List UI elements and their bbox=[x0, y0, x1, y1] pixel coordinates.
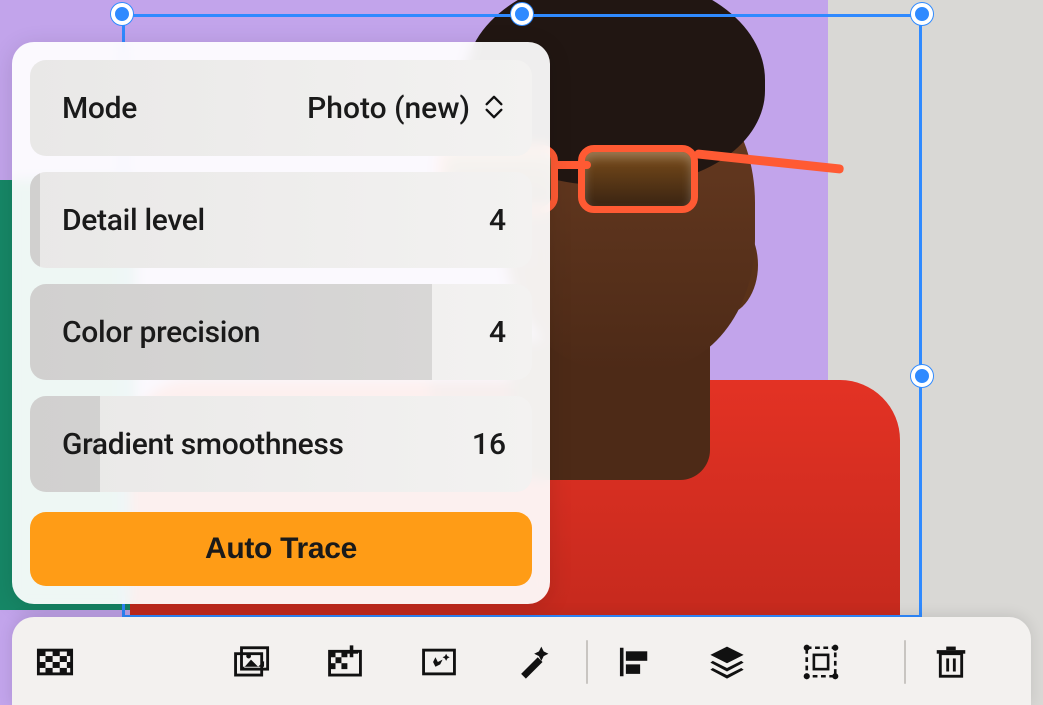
selection-handle-top-left[interactable] bbox=[111, 3, 133, 25]
group-icon[interactable] bbox=[798, 639, 844, 685]
detail-level-value: 4 bbox=[489, 203, 506, 238]
toolbar-separator bbox=[904, 640, 906, 684]
mode-label: Mode bbox=[62, 91, 137, 126]
color-precision-label: Color precision bbox=[62, 315, 260, 350]
layers-icon[interactable] bbox=[704, 639, 750, 685]
auto-trace-button[interactable]: Auto Trace bbox=[30, 512, 532, 586]
color-precision-row[interactable]: Color precision 4 bbox=[30, 284, 532, 380]
detail-level-fill bbox=[30, 172, 40, 268]
trash-icon[interactable] bbox=[928, 639, 974, 685]
trace-panel: Mode Photo (new) Detail level 4 Color pr… bbox=[12, 42, 550, 604]
gradient-smoothness-value: 16 bbox=[472, 427, 506, 462]
gradient-smoothness-row[interactable]: Gradient smoothness 16 bbox=[30, 396, 532, 492]
gradient-smoothness-label: Gradient smoothness bbox=[62, 427, 344, 462]
stepper-icon bbox=[482, 94, 506, 122]
detail-level-label: Detail level bbox=[62, 203, 205, 238]
images-icon[interactable] bbox=[228, 639, 274, 685]
toolbar-separator bbox=[586, 640, 588, 684]
selection-handle-top-middle[interactable] bbox=[511, 3, 533, 25]
selection-handle-top-right[interactable] bbox=[911, 3, 933, 25]
generate-icon[interactable] bbox=[416, 639, 462, 685]
image-settings-icon[interactable] bbox=[322, 639, 368, 685]
color-precision-value: 4 bbox=[489, 315, 506, 350]
magic-icon[interactable] bbox=[510, 639, 556, 685]
transparency-icon[interactable] bbox=[32, 639, 78, 685]
bottom-toolbar bbox=[12, 617, 1031, 705]
mode-value: Photo (new) bbox=[307, 91, 470, 126]
align-icon[interactable] bbox=[610, 639, 656, 685]
detail-level-row[interactable]: Detail level 4 bbox=[30, 172, 532, 268]
mode-row[interactable]: Mode Photo (new) bbox=[30, 60, 532, 156]
